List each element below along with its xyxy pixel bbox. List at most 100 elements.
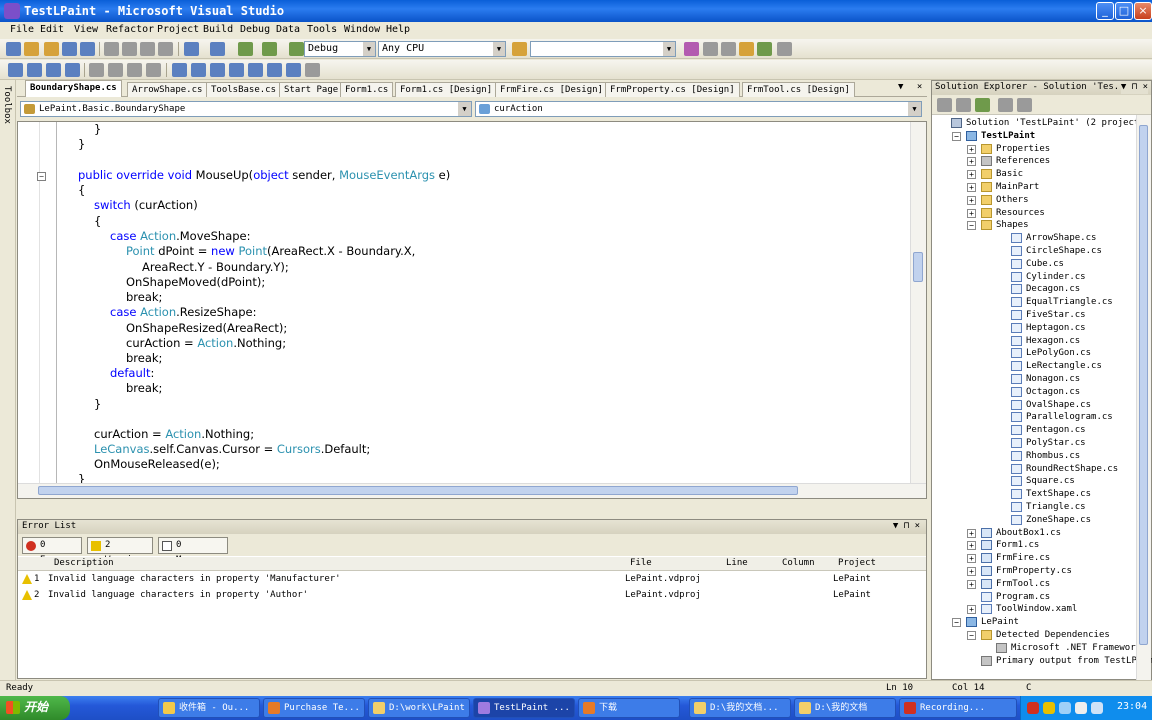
start-page-icon[interactable] <box>757 42 772 56</box>
taskbar-item-visual-studio[interactable]: TestLPaint ... <box>473 698 575 718</box>
command-window-icon[interactable] <box>777 42 792 56</box>
view-designer-icon[interactable] <box>1017 98 1032 112</box>
solution-explorer-scrollbar[interactable] <box>1136 115 1151 680</box>
menu-window[interactable]: Window <box>344 24 380 35</box>
increase-spacing-icon[interactable] <box>191 63 206 77</box>
input-method-icon[interactable] <box>1027 702 1039 714</box>
code-editor[interactable]: − } } public override void MouseUp(objec… <box>17 121 927 499</box>
editor-vertical-scrollbar[interactable] <box>910 122 926 498</box>
expand-icon[interactable]: + <box>967 567 976 576</box>
decrease-spacing-icon[interactable] <box>210 63 225 77</box>
horizontal-spacing-icon[interactable] <box>172 63 187 77</box>
taskbar-item-firefox[interactable]: Purchase Te... <box>263 698 365 718</box>
expand-icon[interactable]: + <box>967 183 976 192</box>
align-lefts-icon[interactable] <box>27 63 42 77</box>
collapse-icon[interactable]: − <box>967 631 976 640</box>
remove-spacing-icon[interactable] <box>229 63 244 77</box>
close-button[interactable]: × <box>1134 2 1152 20</box>
editor-horizontal-scrollbar[interactable] <box>18 483 926 498</box>
redo-icon[interactable] <box>210 42 225 56</box>
close-tab-icon[interactable]: × <box>917 82 922 92</box>
taskbar-item-download[interactable]: 下载 <box>578 698 680 718</box>
add-item-icon[interactable] <box>24 42 39 56</box>
refresh-icon[interactable] <box>975 98 990 112</box>
align-centers-icon[interactable] <box>46 63 61 77</box>
scroll-thumb[interactable] <box>38 486 798 495</box>
scroll-thumb[interactable] <box>1139 125 1148 645</box>
align-rights-icon[interactable] <box>65 63 80 77</box>
menu-project[interactable]: Project <box>157 24 199 35</box>
toolbox-strip[interactable]: Toolbox <box>0 80 16 680</box>
menu-debug[interactable]: Debug <box>240 24 270 35</box>
collapse-icon[interactable]: − <box>967 221 976 231</box>
menu-edit[interactable]: Edit <box>40 24 64 35</box>
member-combo[interactable]: curAction ▼ <box>475 101 922 117</box>
start-button[interactable]: 开始 <box>0 696 70 720</box>
solution-explorer-icon[interactable] <box>684 42 699 56</box>
make-same-height-icon[interactable] <box>108 63 123 77</box>
expand-icon[interactable]: + <box>967 605 976 615</box>
solution-config-combo[interactable]: Debug ▼ <box>304 41 376 57</box>
menu-data[interactable]: Data <box>276 24 300 35</box>
moon-icon[interactable] <box>1043 702 1055 714</box>
paste-icon[interactable] <box>140 42 155 56</box>
expand-icon[interactable]: + <box>967 541 976 551</box>
expand-icon[interactable]: + <box>967 157 976 167</box>
minimize-button[interactable]: _ <box>1096 2 1114 20</box>
error-row[interactable]: 2 Invalid language characters in propert… <box>18 588 926 604</box>
make-same-size-icon[interactable] <box>127 63 142 77</box>
toolbox-icon[interactable] <box>739 42 754 56</box>
start-debugging-icon[interactable] <box>289 42 304 56</box>
tab-start-page[interactable]: Start Page <box>279 82 344 97</box>
expand-icon[interactable]: + <box>967 528 976 538</box>
delete-icon[interactable] <box>158 42 173 56</box>
center-vertically-icon[interactable] <box>286 63 301 77</box>
copy-icon[interactable] <box>122 42 137 56</box>
taskbar-item-documents-1[interactable]: D:\我的文档... <box>689 698 791 718</box>
properties-icon[interactable] <box>937 98 952 112</box>
expand-icon[interactable]: + <box>967 554 976 564</box>
save-all-icon[interactable] <box>80 42 95 56</box>
taskbar-item-recording[interactable]: Recording... <box>899 698 1017 718</box>
tab-frmtool-design[interactable]: FrmTool.cs [Design] <box>742 82 855 97</box>
column-column[interactable]: Column <box>782 558 815 568</box>
tab-form1[interactable]: Form1.cs <box>340 82 394 97</box>
show-all-files-icon[interactable] <box>956 98 971 112</box>
menu-build[interactable]: Build <box>203 24 233 35</box>
find-in-files-icon[interactable] <box>512 42 527 56</box>
error-row[interactable]: 1 Invalid language characters in propert… <box>18 572 926 588</box>
properties-window-icon[interactable] <box>703 42 718 56</box>
view-code-icon[interactable] <box>998 98 1013 112</box>
expand-icon[interactable]: + <box>967 170 976 180</box>
menu-file[interactable]: File <box>10 24 34 35</box>
toolbox-label[interactable]: Toolbox <box>2 86 12 124</box>
keyboard-icon[interactable] <box>1075 702 1087 714</box>
network-icon[interactable] <box>1059 702 1071 714</box>
solution-platform-combo[interactable]: Any CPU ▼ <box>378 41 506 57</box>
menu-help[interactable]: Help <box>386 24 410 35</box>
panel-controls[interactable]: ▼ ⊓ × <box>893 520 920 533</box>
column-project[interactable]: Project <box>838 558 876 568</box>
maximize-button[interactable]: □ <box>1115 2 1133 20</box>
panel-controls[interactable]: ▼ ⊓ × <box>1120 81 1148 94</box>
expand-icon[interactable]: + <box>967 579 976 589</box>
tab-frmfire-design[interactable]: FrmFire.cs [Design] <box>495 82 608 97</box>
messages-filter-button[interactable]: 0 Messages <box>158 537 228 565</box>
new-project-icon[interactable] <box>6 42 21 56</box>
open-file-icon[interactable] <box>44 42 59 56</box>
navigate-forward-icon[interactable] <box>262 42 277 56</box>
cut-icon[interactable] <box>104 42 119 56</box>
expand-icon[interactable]: + <box>967 208 976 218</box>
class-combo[interactable]: LePaint.Basic.BoundaryShape ▼ <box>20 101 472 117</box>
errors-filter-button[interactable]: 0 Errors <box>22 537 82 565</box>
find-combo[interactable]: ▼ <box>530 41 676 57</box>
tab-form1-design[interactable]: Form1.cs [Design] <box>395 82 498 97</box>
menu-tools[interactable]: Tools <box>307 24 337 35</box>
expand-icon[interactable]: + <box>967 195 976 205</box>
tab-toolsbase[interactable]: ToolsBase.cs <box>206 82 282 97</box>
scroll-thumb[interactable] <box>913 252 923 282</box>
menu-view[interactable]: View <box>74 24 98 35</box>
volume-icon[interactable] <box>1091 702 1103 714</box>
navigate-backward-icon[interactable] <box>238 42 253 56</box>
collapse-icon[interactable]: − <box>952 131 961 141</box>
